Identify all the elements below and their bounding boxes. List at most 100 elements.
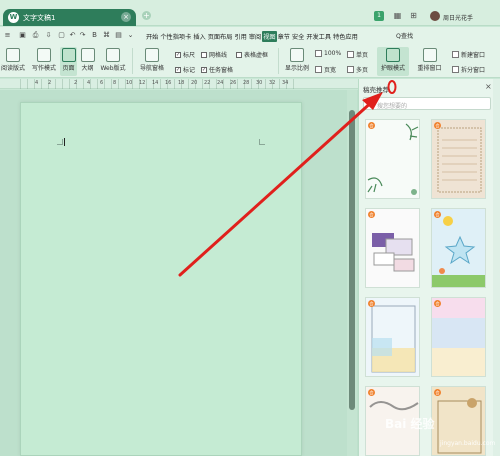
template-thumbnail-watercolor[interactable]: 会 [365, 297, 420, 377]
table-gridlines-checkbox[interactable]: 表格虚框 [236, 50, 268, 59]
grid-icon[interactable]: ⊞ [408, 10, 419, 21]
member-badge: 会 [434, 122, 441, 129]
undo-icon[interactable]: ↶ [68, 31, 77, 40]
multi-page-button[interactable]: 多页 [347, 65, 368, 74]
template-thumbnail-leaves[interactable]: 会 [365, 119, 420, 199]
template-thumbnail-kids[interactable]: 会 [431, 208, 486, 288]
menu-view[interactable]: 视图 [262, 31, 277, 42]
horizontal-ruler[interactable]: 4 2 2 4 6 8 10 12 14 16 18 20 22 24 26 2… [0, 79, 358, 89]
menu-insert[interactable]: 插入 [192, 31, 206, 42]
new-window-button[interactable]: 新建窗口 [452, 50, 485, 59]
user-name[interactable]: 周日光花手 [443, 13, 473, 22]
rearrange-window-button[interactable]: 重排窗口 [413, 48, 446, 72]
new-window-icon [452, 51, 459, 58]
menu-personal[interactable]: 个性指项卡 [159, 31, 192, 42]
lined-paper-icon [437, 127, 482, 193]
redo-icon[interactable]: ↷ [78, 31, 87, 40]
single-page-button[interactable]: 单页 [347, 50, 368, 59]
save-icon[interactable]: ▣ [18, 31, 27, 40]
margin-corner [259, 139, 265, 145]
avatar[interactable] [430, 11, 440, 21]
task-pane-checkbox[interactable]: ✓ 任务窗格 [201, 65, 233, 74]
menu-security[interactable]: 安全 [291, 31, 305, 42]
ruler-checkbox[interactable]: ✓ 标尺 [175, 50, 195, 59]
search-placeholder: 搜您想要的 [377, 103, 408, 110]
brush-icon[interactable]: ⌘ [102, 31, 111, 40]
window-count-badge[interactable]: 1 [374, 11, 384, 21]
gridlines-checkbox[interactable]: 网格线 [201, 50, 227, 59]
page-width-icon [315, 66, 322, 73]
menu-developer[interactable]: 开发工具 [305, 31, 332, 42]
menu-bar: ≡ ▣ ⎙ ⇩ ▢ ↶ ↷ B ⌘ ▤ ⌄ 开始 个性指项卡 插入 页面布局 引… [0, 27, 500, 44]
menu-start[interactable]: 开始 [145, 31, 159, 42]
more-icon[interactable]: ⌄ [126, 31, 135, 40]
ruler-number: 26 [230, 80, 237, 86]
add-tab-icon[interactable]: + [142, 11, 151, 20]
menu-reference[interactable]: 引用 [233, 31, 247, 42]
scrollbar-thumb[interactable] [349, 110, 355, 410]
wps-logo-icon: W [8, 12, 19, 23]
split-window-button[interactable]: 拆分窗口 [452, 65, 485, 74]
layout-icon[interactable]: ▦ [392, 10, 403, 21]
web-icon [106, 48, 120, 62]
bold-icon[interactable]: B [90, 31, 99, 40]
write-mode-button[interactable]: 写作模式 [30, 48, 58, 72]
ruler-number: 12 [139, 80, 146, 86]
panel-search-input[interactable]: ⌕ 搜您想要的 [363, 97, 491, 110]
side-toolbar [493, 79, 500, 456]
document-workspace [0, 90, 358, 456]
tab-close-icon[interactable]: × [121, 12, 131, 22]
member-badge: 会 [434, 300, 441, 307]
close-icon[interactable]: × [485, 82, 492, 91]
member-badge: 会 [434, 211, 441, 218]
document-page[interactable] [20, 102, 302, 456]
checkbox-checked-icon: ✓ [175, 66, 181, 73]
outline-icon [80, 48, 95, 62]
menu-icon[interactable]: ≡ [3, 31, 12, 40]
zoom-100-button[interactable]: 100% [315, 50, 341, 57]
ruler-number: 14 [152, 80, 159, 86]
title-bar: W 文字文稿1 × + 1 ▦ ⊞ 周日光花手 [0, 0, 500, 26]
ruler-number: 32 [269, 80, 276, 86]
document-tab[interactable]: W 文字文稿1 × [3, 9, 136, 26]
vertical-scrollbar[interactable] [347, 90, 357, 456]
watercolor-icon [371, 305, 416, 373]
mark-checkbox[interactable]: ✓ 标记 [175, 65, 195, 74]
template-thumbnail-cards[interactable]: 会 [365, 208, 420, 288]
web-layout-button[interactable]: Web版式 [99, 48, 127, 72]
image-icon[interactable]: ▤ [114, 31, 123, 40]
display-ratio-button[interactable]: 显示比例 [282, 48, 312, 72]
read-mode-button[interactable]: 阅读版式 [0, 48, 26, 72]
ruler-number: 18 [178, 80, 185, 86]
export-icon[interactable]: ⇩ [44, 31, 53, 40]
document-tab-title: 文字文稿1 [23, 14, 56, 22]
margin-corner [57, 139, 63, 145]
ruler-number: 6 [100, 80, 104, 86]
ruler-number: 4 [35, 80, 39, 86]
menu-layout[interactable]: 页面布局 [207, 31, 234, 42]
outline-button[interactable]: 大纲 [80, 48, 95, 72]
print-icon[interactable]: ⎙ [31, 31, 40, 40]
search-icon: ⌕ [367, 99, 371, 107]
template-panel: 稿壳推荐 × ⌕ 搜您想要的 会 会 会 会 会 会 会 会 [358, 79, 500, 456]
template-thumbnail-lined[interactable]: 会 [431, 119, 486, 199]
checkbox-checked-icon: ✓ [175, 51, 181, 58]
eye-mode-button[interactable]: 护眼模式 [377, 47, 409, 76]
nav-pane-button[interactable]: 导航窗格 [136, 48, 168, 72]
menu-special[interactable]: 特色应用 [332, 31, 359, 42]
menu-chapter[interactable]: 章节 [277, 31, 291, 42]
search-button[interactable]: Q查找 [396, 31, 413, 40]
menu-review[interactable]: 审阅 [248, 31, 262, 42]
ruler-number: 16 [165, 80, 172, 86]
page-view-button[interactable]: 页面 [60, 47, 77, 76]
page-width-button[interactable]: 页宽 [315, 65, 336, 74]
view-toolbar: 阅读版式 写作模式 页面 大纲 Web版式 导航窗格 ✓ 标尺 网格线 表格虚框 … [0, 44, 500, 78]
checkbox-empty-icon [236, 51, 242, 58]
page-icon [61, 48, 76, 62]
member-badge: 会 [434, 389, 441, 396]
leaf-decoration-icon [367, 123, 419, 195]
ruler-number: 30 [256, 80, 263, 86]
ruler-number: 4 [87, 80, 91, 86]
template-thumbnail-pastel[interactable]: 会 [431, 297, 486, 377]
preview-icon[interactable]: ▢ [57, 31, 66, 40]
